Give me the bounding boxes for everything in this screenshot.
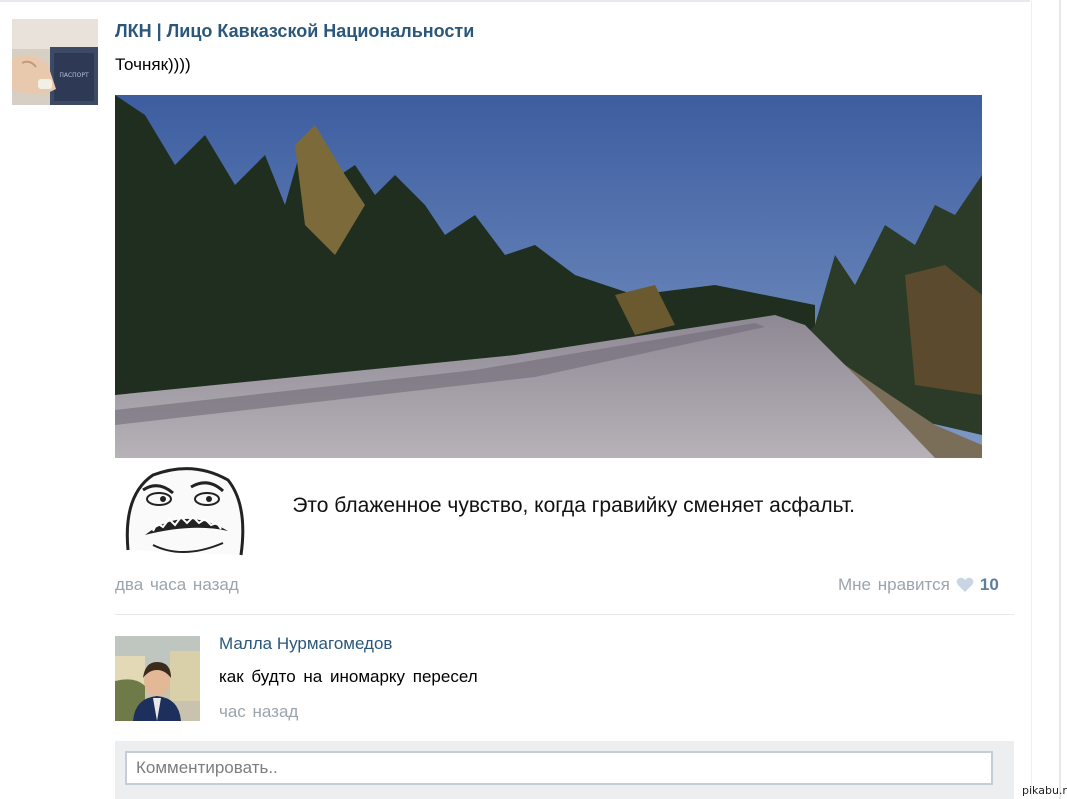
reply-box — [115, 741, 1014, 799]
post-image[interactable] — [115, 95, 982, 558]
divider — [115, 614, 1014, 615]
like-label: Мне нравится — [838, 575, 950, 594]
comment-author-link[interactable]: Малла Нурмагомедов — [219, 634, 392, 654]
commenter-avatar[interactable] — [115, 636, 200, 721]
svg-text:ПАСПОРТ: ПАСПОРТ — [59, 72, 89, 79]
group-avatar[interactable]: ПАСПОРТ — [12, 19, 98, 105]
road-photo — [115, 95, 982, 558]
post-text: Точняк)))) — [115, 55, 191, 74]
like-count: 10 — [979, 575, 999, 594]
comment-input[interactable] — [125, 751, 993, 785]
content-edge — [1031, 0, 1032, 799]
image-caption: Это блаженное чувство, когда гравийку см… — [292, 494, 855, 517]
scrollbar-track[interactable] — [1059, 0, 1061, 799]
comment-time-link[interactable]: час назад — [219, 702, 298, 722]
watermark: pikabu.ru — [1022, 784, 1067, 797]
post-time-link[interactable]: два часа назад — [115, 575, 239, 595]
like-button[interactable]: Мне нравится 10 — [838, 575, 999, 595]
top-border — [0, 0, 1030, 2]
heart-icon — [956, 577, 974, 592]
comment-text: как будто на иномарку пересел — [219, 667, 478, 686]
post-author-link[interactable]: ЛКН | Лицо Кавказской Национальности — [115, 21, 474, 42]
